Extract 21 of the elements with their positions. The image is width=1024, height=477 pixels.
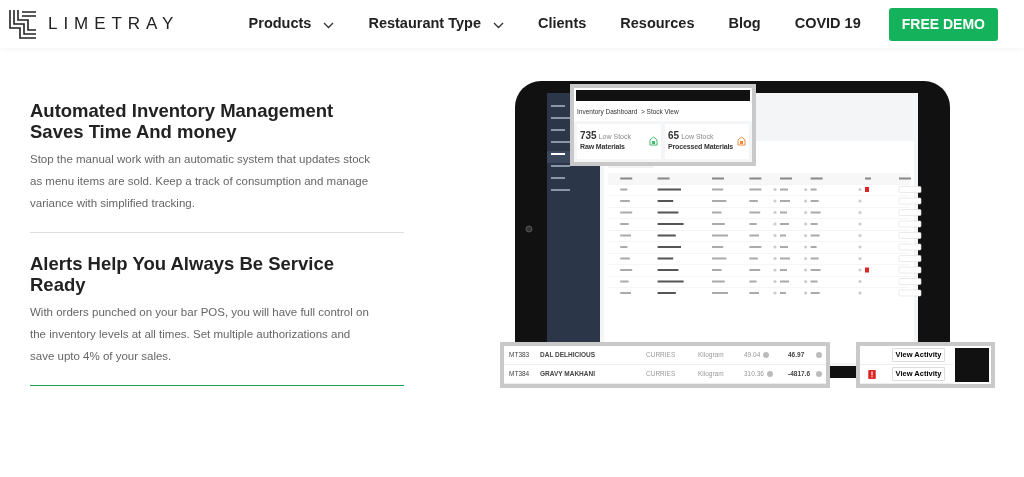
info-icon: [816, 371, 822, 377]
stat-value: 65: [668, 129, 680, 141]
feature-description: With orders punched on your bar POS, you will have full control on the inventory levels at all times. Set multiple authorizations and save upto 4% of your sales.: [30, 305, 370, 364]
nav-link[interactable]: Restaurant Type: [368, 13, 504, 35]
logo-icon: [8, 8, 38, 40]
info-icon: [766, 371, 773, 377]
feature-description: Stop the manual work with an automatic system that updates stock as menu items are sold. Keep a track of consumption and manage variance with simplified tracking.: [30, 152, 372, 211]
info-icon: [763, 352, 770, 358]
chevron-down-icon: [323, 21, 335, 29]
nav-link[interactable]: COVID 19: [794, 13, 861, 35]
nav-link[interactable]: Blog: [728, 13, 761, 35]
dark-block: [955, 348, 989, 382]
feature-title: Alerts Help You Always Be Service Ready: [30, 253, 335, 295]
nav-link[interactable]: Resources: [620, 13, 695, 35]
feature-title: Automated Inventory Management Saves Time And money: [30, 100, 335, 142]
nav-link[interactable]: Products: [248, 13, 335, 35]
info-icon: [816, 352, 822, 358]
chevron-down-icon: [492, 21, 504, 29]
stat-value: 735: [580, 129, 597, 141]
brand-name[interactable]: LIMETRAY: [48, 11, 180, 37]
nav-link[interactable]: Clients: [537, 13, 587, 35]
